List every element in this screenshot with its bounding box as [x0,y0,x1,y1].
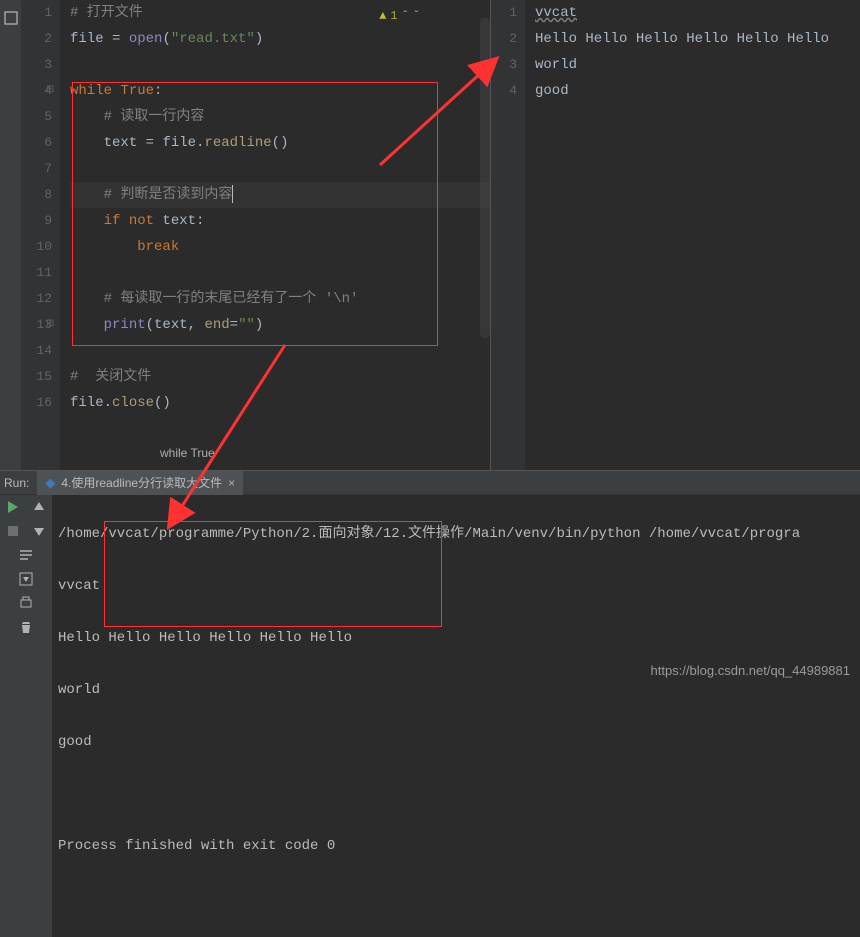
code-line[interactable]: # 关闭文件 [70,364,490,390]
code-line[interactable]: # 每读取一行的末尾已经有了一个 '\n' [70,286,490,312]
down-trace-icon[interactable] [31,523,47,539]
chevron-down-icon[interactable]: ˇ [413,3,420,29]
line-gutter: 1 2 3 4 5 6 7 8 9 10 11 12 13 14 15 16 [22,0,60,470]
preview-line[interactable]: good [535,78,860,104]
code-line[interactable]: ⊟ print(text, end="") [70,312,490,338]
stop-icon[interactable] [5,523,21,539]
preview-area[interactable]: vvcat Hello Hello Hello Hello Hello Hell… [525,0,860,470]
run-tool-window: Run: ◆ 4.使用readline分行读取大文件 × /home/vvcat… [0,470,860,684]
run-tab[interactable]: ◆ 4.使用readline分行读取大文件 × [37,471,243,495]
warning-icon: ▲ [379,3,386,29]
chevron-up-icon[interactable]: ˆ [402,3,409,29]
watermark: https://blog.csdn.net/qq_44989881 [651,663,851,678]
console-line [58,781,860,807]
code-line[interactable] [70,52,490,78]
code-line[interactable]: file = open("read.txt") [70,26,490,52]
soft-wrap-icon[interactable] [18,547,34,563]
rerun-icon[interactable] [5,499,21,515]
run-label: Run: [4,476,37,490]
code-area[interactable]: ▲ 1 ˆ ˇ # 打开文件 file = open("read.txt") ⊟… [60,0,490,470]
python-icon: ◆ [45,475,55,491]
console-line: good [58,729,860,755]
project-sidebar [0,0,22,470]
run-tabs: Run: ◆ 4.使用readline分行读取大文件 × [0,471,860,495]
console-line: vvcat [58,573,860,599]
code-line[interactable]: # 打开文件 [70,0,490,26]
line-gutter: 1 2 3 4 [491,0,525,470]
console-line: Process finished with exit code 0 [58,833,860,859]
code-line[interactable]: # 读取一行内容 [70,104,490,130]
console-line: world [58,677,860,703]
console-line: /home/vvcat/programme/Python/2.面向对象/12.文… [58,521,860,547]
breadcrumb[interactable]: while True [160,440,215,466]
scroll-to-end-icon[interactable] [18,571,34,587]
code-editor[interactable]: 1 2 3 4 5 6 7 8 9 10 11 12 13 14 15 16 ▲… [22,0,490,470]
inspection-badge[interactable]: ▲ 1 ˆ ˇ [379,3,420,29]
text-caret [232,185,233,203]
run-tab-label: 4.使用readline分行读取大文件 [61,474,222,491]
code-line[interactable]: if not text: [70,208,490,234]
console-line: Hello Hello Hello Hello Hello Hello [58,625,860,651]
close-icon[interactable]: × [228,476,235,490]
delete-icon[interactable] [18,619,34,635]
project-icon[interactable] [3,10,19,26]
run-toolbar [0,495,52,937]
preview-line[interactable]: world [535,52,860,78]
up-trace-icon[interactable] [31,499,47,515]
code-line[interactable] [70,260,490,286]
fold-end-icon[interactable]: ⊟ [46,312,54,338]
print-icon[interactable] [18,595,34,611]
editor-scrollbar[interactable] [480,18,490,338]
code-line[interactable]: text = file.readline() [70,130,490,156]
code-line[interactable] [70,156,490,182]
preview-editor[interactable]: 1 2 3 4 vvcat Hello Hello Hello Hello He… [490,0,860,470]
code-line[interactable] [70,338,490,364]
fold-icon[interactable]: ⊟ [46,78,54,104]
warning-count: 1 [390,3,397,29]
code-line-active[interactable]: # 判断是否读到内容 [70,182,490,208]
run-console[interactable]: /home/vvcat/programme/Python/2.面向对象/12.文… [52,495,860,937]
preview-line[interactable]: vvcat [535,0,860,26]
preview-line[interactable]: Hello Hello Hello Hello Hello Hello [535,26,860,52]
code-line[interactable]: file.close() [70,390,490,416]
code-line[interactable]: break [70,234,490,260]
code-line[interactable]: ⊟while True: [70,78,490,104]
